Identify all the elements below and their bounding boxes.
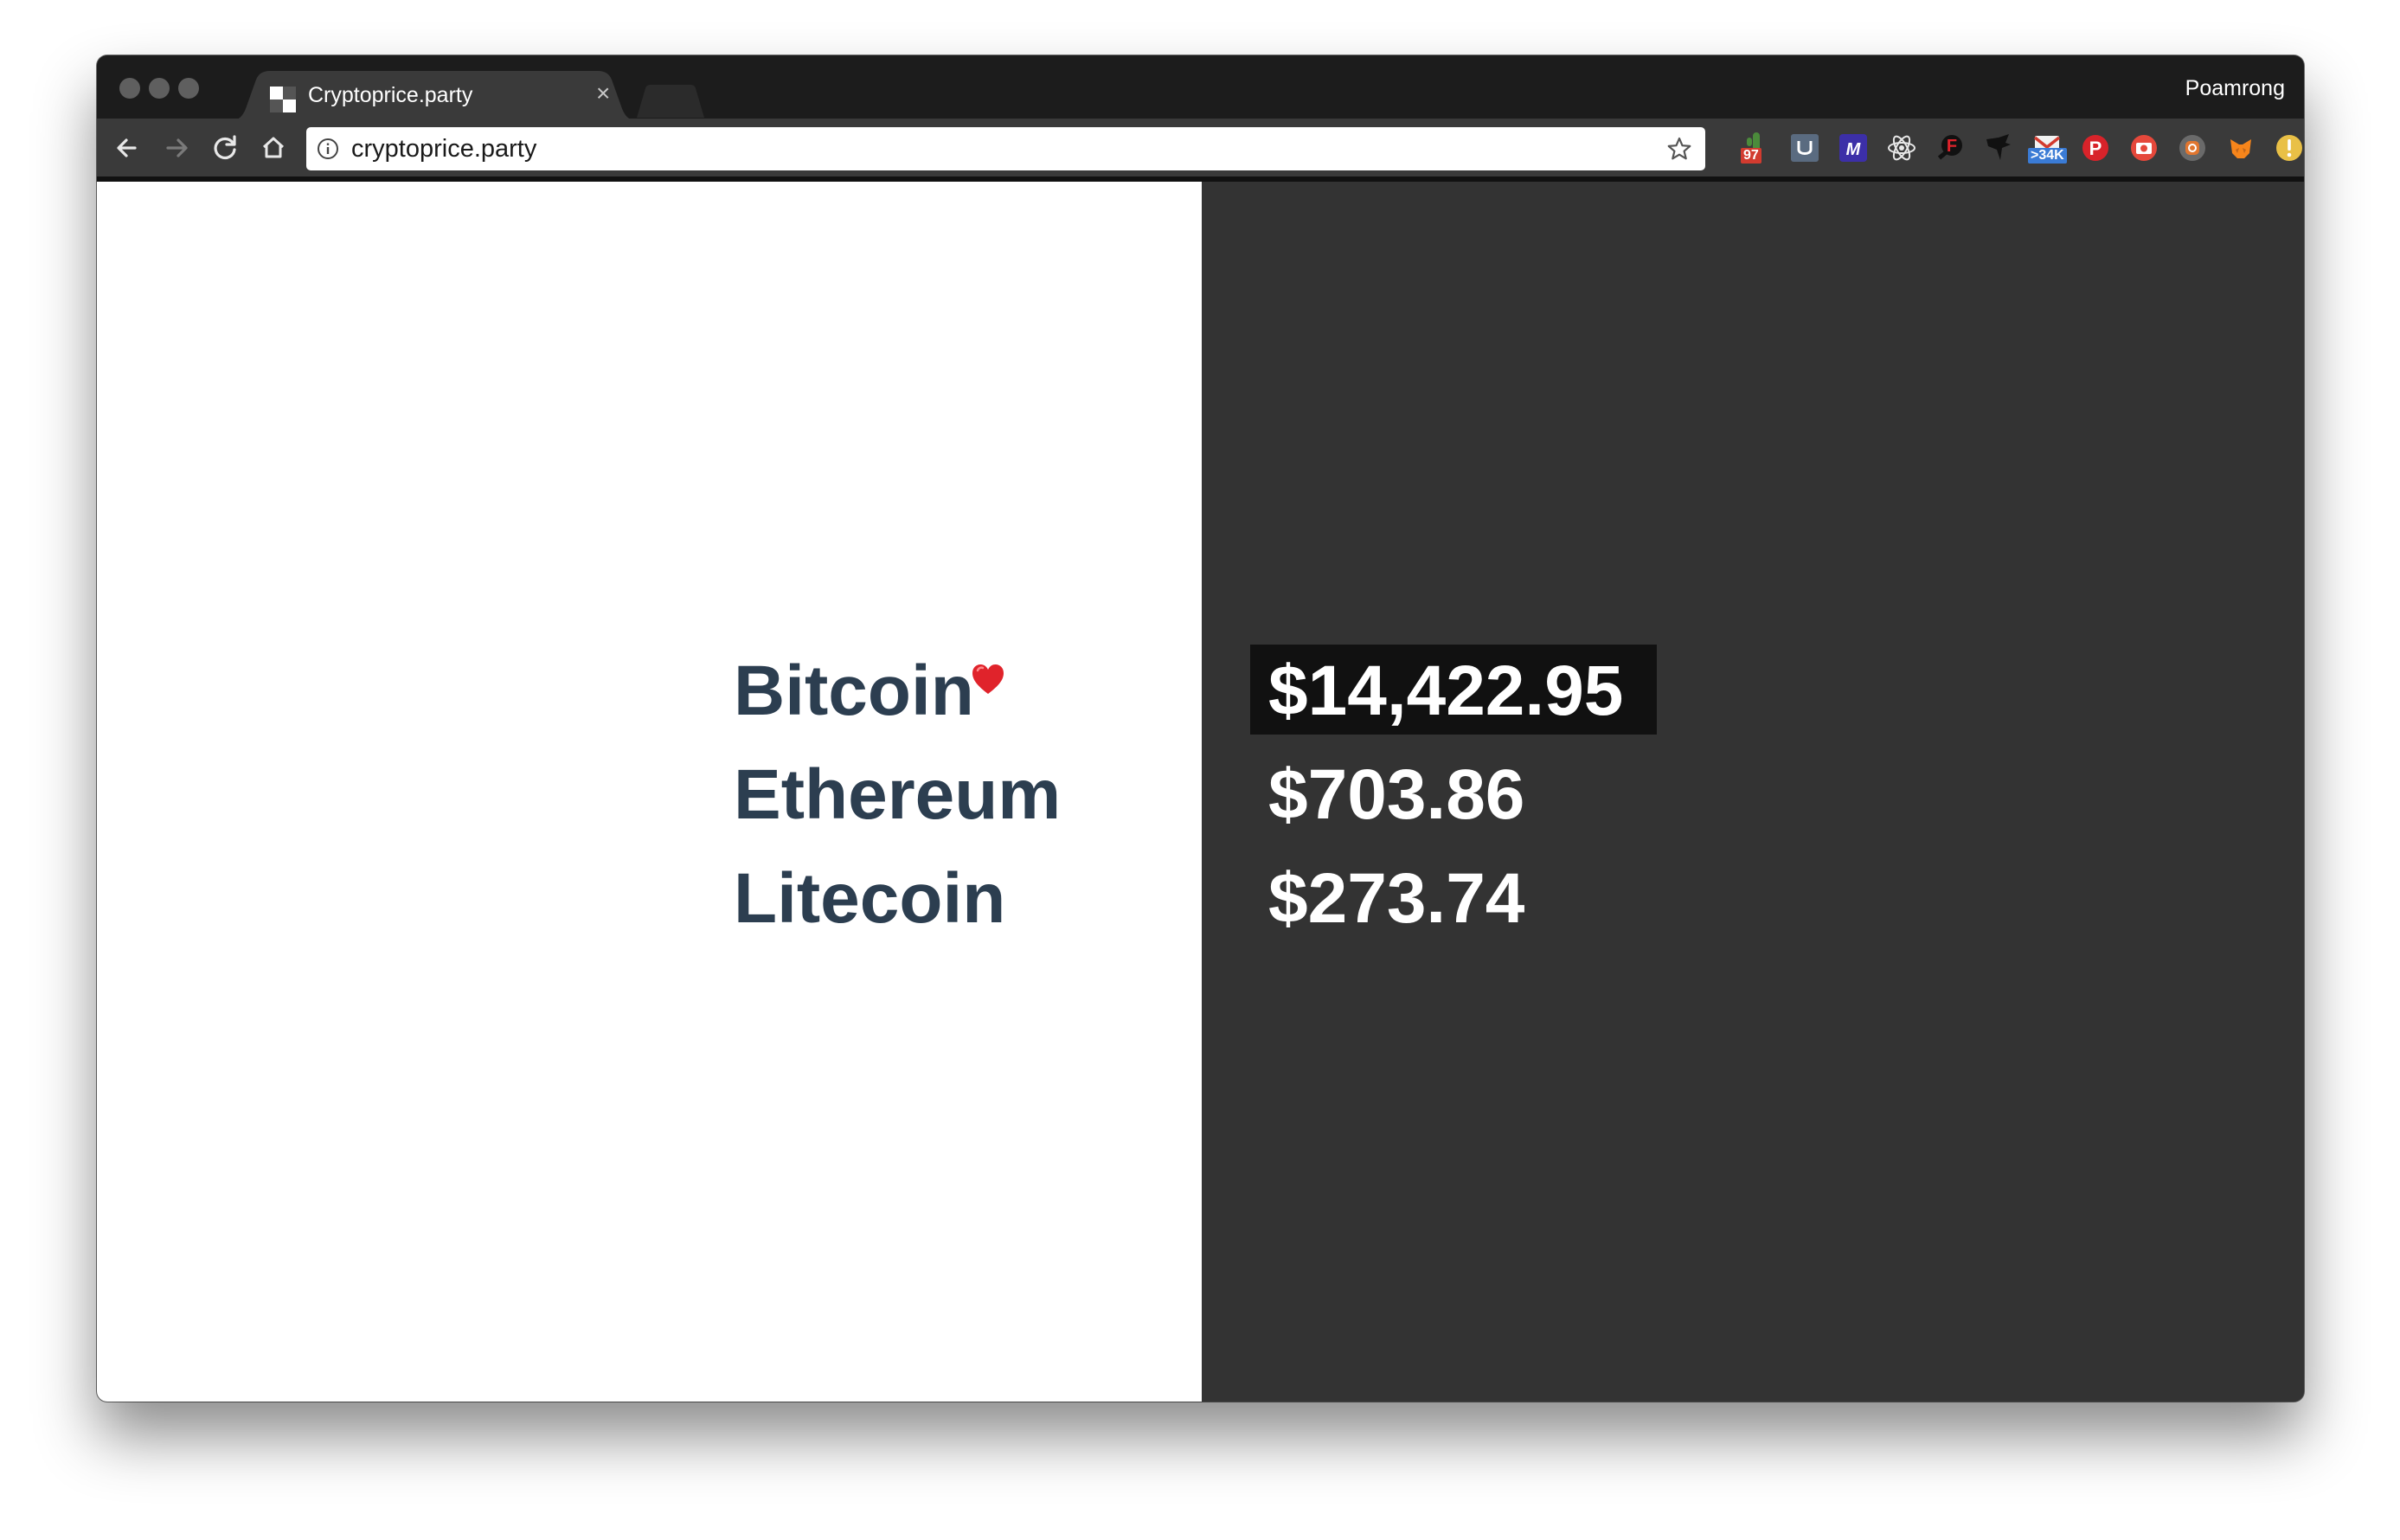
f-extension-icon[interactable]: F [1933,131,1967,165]
minimize-window-button[interactable] [149,78,170,99]
address-bar[interactable]: cryptoprice.party [306,127,1705,170]
ublock-extension-icon[interactable] [1787,131,1822,165]
svg-text:F: F [1947,137,1957,156]
favicon-icon [270,87,296,112]
arrow-left-icon[interactable] [109,129,147,167]
new-tab-button[interactable] [633,85,711,118]
info-icon[interactable] [317,138,339,160]
home-icon[interactable] [254,129,292,167]
price-bitcoin: $14,422.95 [1268,651,1624,730]
gmail-badge: >34K [2028,148,2067,164]
heart-icon [972,664,1004,694]
browser-window: Cryptoprice.party × Poamrong cryptoprice… [97,55,2304,1402]
reload-icon[interactable] [206,129,244,167]
profile-name[interactable]: Poamrong [2185,76,2285,101]
metamask-icon[interactable] [2224,131,2258,165]
camera-extension-icon[interactable] [2127,131,2161,165]
screenshot-stage: Cryptoprice.party × Poamrong cryptoprice… [0,0,2400,1540]
cactus-badge: 97 [1741,148,1761,164]
tab-strip: Cryptoprice.party × Poamrong [97,55,2304,121]
tab-cryptoprice[interactable]: Cryptoprice.party × [228,71,639,121]
coin-name-litecoin[interactable]: Litecoin [734,858,1005,940]
close-window-button[interactable] [119,78,140,99]
coin-names-panel: Bitcoin Ethereum Litecoin [97,182,1202,1402]
instagram-icon[interactable] [2175,131,2210,165]
arrow-right-icon[interactable] [157,129,196,167]
svg-text:M: M [1846,140,1862,159]
tab-title: Cryptoprice.party [308,83,473,107]
bird-extension-icon[interactable] [1981,131,2016,165]
zoom-window-button[interactable] [178,78,199,99]
coin-name-ethereum[interactable]: Ethereum [734,754,1061,836]
pinterest-icon[interactable]: P [2078,131,2113,165]
star-icon[interactable] [1665,135,1693,163]
cactus-extension-icon[interactable]: 97 [1739,131,1774,165]
react-devtools-icon[interactable] [1884,131,1919,165]
gmail-checker-icon[interactable]: >34K [2028,131,2067,165]
price-litecoin: $273.74 [1268,859,1525,938]
m-extension-icon[interactable]: M [1836,131,1871,165]
price-ethereum: $703.86 [1268,755,1525,834]
coin-name-bitcoin[interactable]: Bitcoin [734,651,974,732]
url-text[interactable]: cryptoprice.party [351,135,536,164]
svg-text:P: P [2089,138,2102,159]
page-content: Bitcoin Ethereum Litecoin $14,422.95 $70… [97,182,2304,1402]
alert-extension-icon[interactable] [2272,131,2304,165]
browser-toolbar: cryptoprice.party 97 M F >34K P [97,119,2304,182]
tab-close-icon[interactable]: × [596,81,610,106]
coin-prices-panel: $14,422.95 $703.86 $273.74 [1202,182,2304,1402]
